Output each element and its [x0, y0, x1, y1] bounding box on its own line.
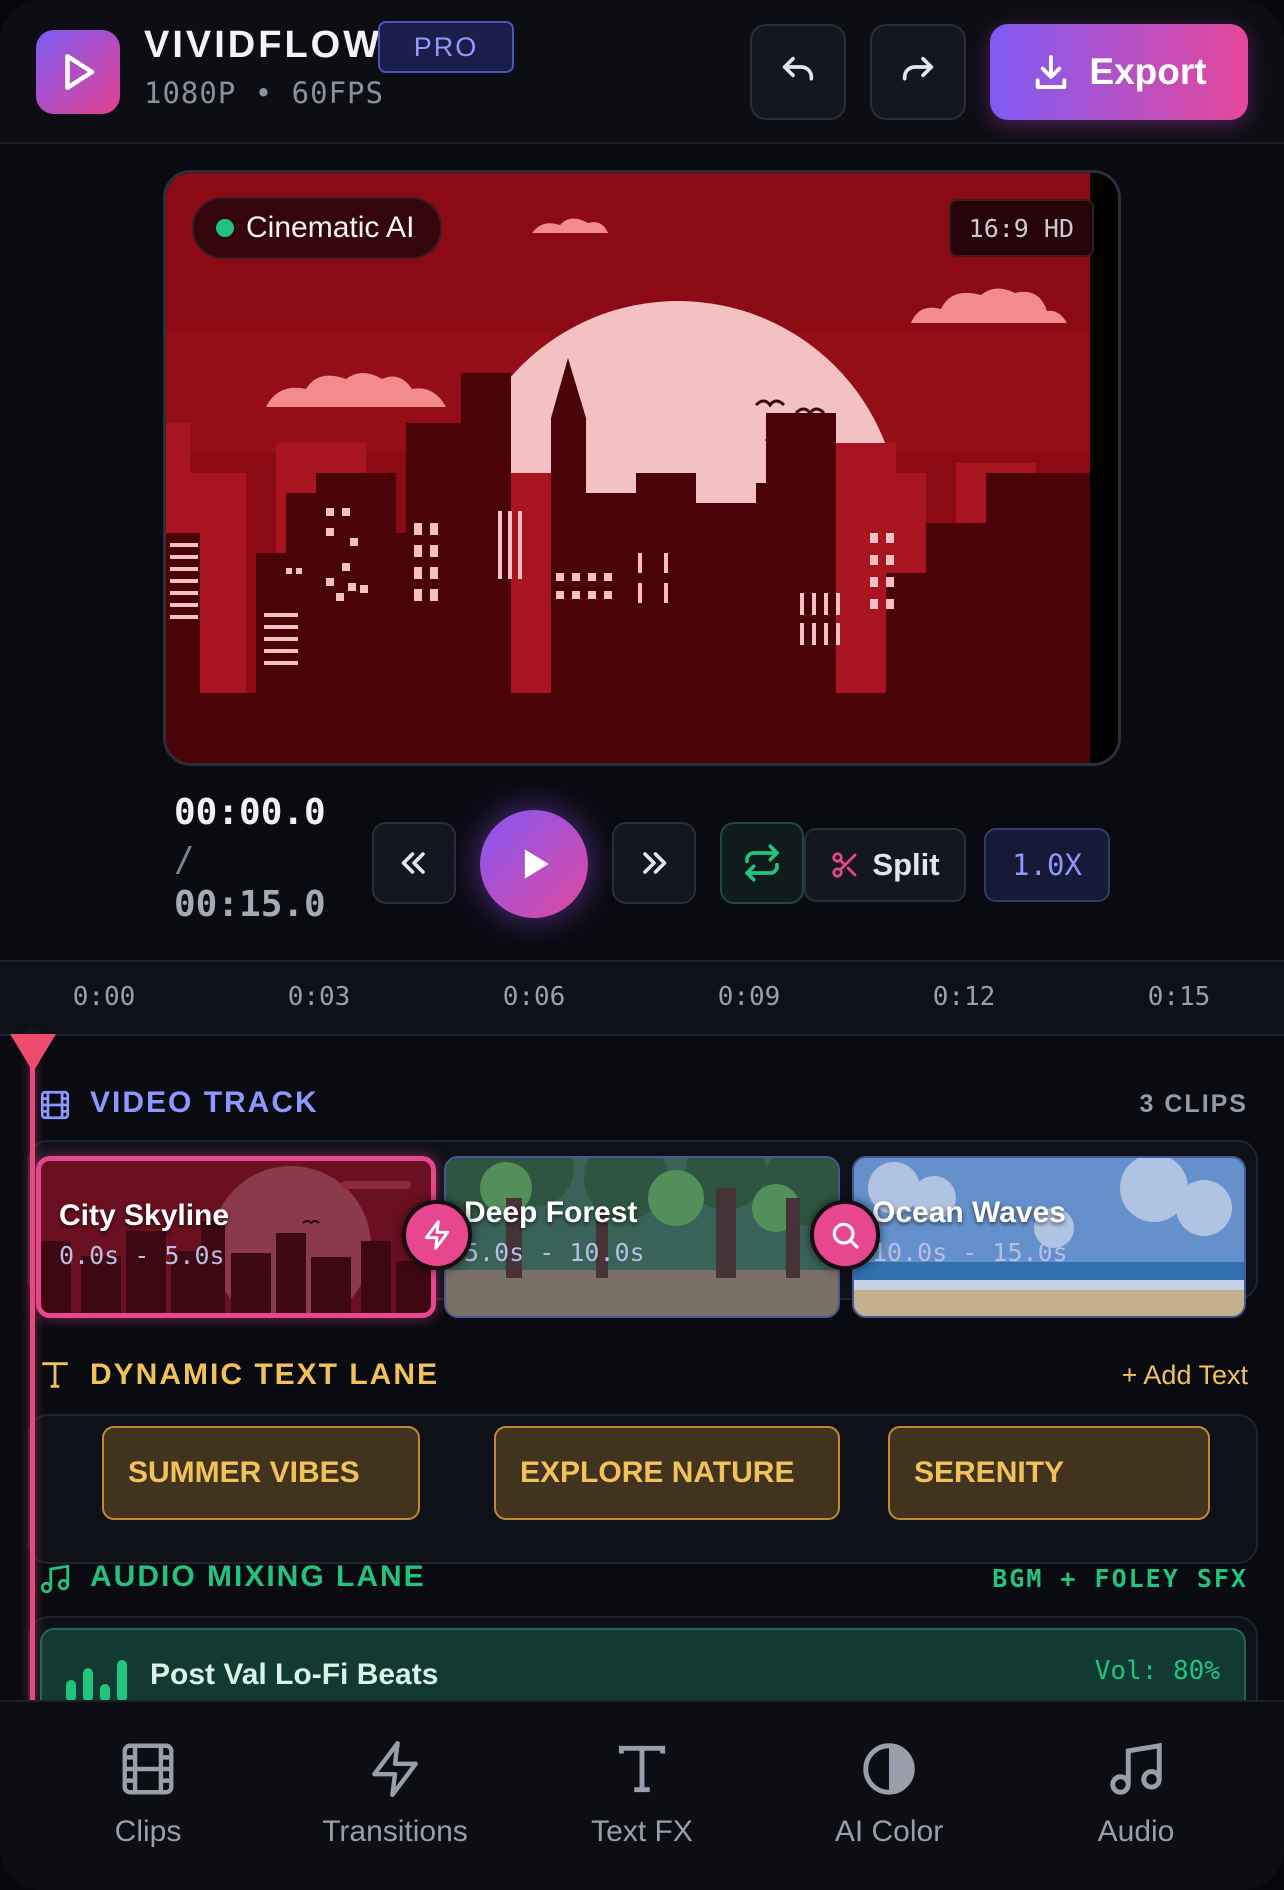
- equalizer-icon: [66, 1660, 127, 1702]
- clip-thumbnail: [41, 1161, 431, 1313]
- time-separator: /: [174, 840, 195, 880]
- aspect-badge: 16:9 HD: [948, 199, 1094, 257]
- playhead-handle[interactable]: [8, 1032, 58, 1074]
- export-button[interactable]: Export: [990, 24, 1248, 120]
- ruler-tick: 0:03: [287, 982, 351, 1012]
- bottom-nav: Clips Transitions Text FX AI Color Audio: [0, 1700, 1284, 1890]
- nav-item-text-fx[interactable]: Text FX: [532, 1738, 752, 1849]
- redo-icon: [902, 56, 934, 81]
- split-button[interactable]: Split: [804, 828, 966, 902]
- video-clip[interactable]: Ocean Waves 10.0s - 15.0s: [852, 1156, 1246, 1318]
- nav-label: Transitions: [322, 1815, 468, 1848]
- app-name: VIVIDFLOW: [144, 24, 383, 66]
- clip-thumbnail: [446, 1158, 838, 1316]
- timeline-ruler[interactable]: 0:00 0:03 0:06 0:09 0:12 0:15: [0, 960, 1284, 1036]
- play-logo-icon: [65, 53, 95, 91]
- film-icon: [40, 1090, 70, 1120]
- status-dot: [216, 219, 234, 237]
- ai-filter-label: Cinematic AI: [246, 211, 415, 244]
- clip-time: 0.0s - 5.0s: [59, 1241, 225, 1270]
- download-icon: [1036, 55, 1067, 89]
- add-text-button[interactable]: + Add Text: [1122, 1360, 1248, 1391]
- clip-count: 3 CLIPS: [1139, 1090, 1248, 1118]
- rewind-button[interactable]: [372, 822, 456, 904]
- film-icon: [122, 1743, 174, 1795]
- audio-lane-subtitle: BGM + FOLEY SFX: [992, 1564, 1248, 1593]
- playhead-line[interactable]: [30, 1034, 35, 1700]
- text-chip[interactable]: SUMMER VIBES: [102, 1426, 420, 1520]
- ruler-tick: 0:06: [502, 982, 566, 1012]
- rewind-icon: [401, 852, 425, 874]
- redo-button[interactable]: [870, 24, 966, 120]
- nav-item-clips[interactable]: Clips: [38, 1738, 258, 1849]
- ruler-tick: 0:15: [1147, 982, 1211, 1012]
- lightning-icon: [424, 1220, 450, 1250]
- timeline-tracks: VIDEO TRACK 3 CLIPS DYNAMIC TEXT LANE + …: [0, 1034, 1284, 1736]
- undo-icon: [782, 56, 814, 81]
- transition-button[interactable]: [402, 1200, 472, 1270]
- ruler-tick: 0:12: [932, 982, 996, 1012]
- video-clip[interactable]: Deep Forest 5.0s - 10.0s: [444, 1156, 840, 1318]
- contrast-icon: [863, 1743, 915, 1795]
- forward-button[interactable]: [612, 822, 696, 904]
- nav-item-audio[interactable]: Audio: [1026, 1738, 1246, 1849]
- ruler-tick: 0:00: [72, 982, 136, 1012]
- audio-lane-title: AUDIO MIXING LANE: [90, 1560, 426, 1593]
- lightning-icon: [372, 1740, 418, 1798]
- zoom-icon: [832, 1222, 859, 1249]
- clip-time: 10.0s - 15.0s: [872, 1238, 1068, 1267]
- clip-title: Deep Forest: [464, 1196, 638, 1229]
- speed-button[interactable]: 1.0X: [984, 828, 1110, 902]
- nav-label: Text FX: [591, 1815, 693, 1848]
- text-chip[interactable]: SERENITY: [888, 1426, 1210, 1520]
- video-track-title: VIDEO TRACK: [90, 1086, 319, 1119]
- split-label: Split: [872, 847, 940, 882]
- app-logo: [36, 30, 120, 114]
- current-time: 00:00.0: [174, 792, 326, 833]
- pro-badge: PRO: [378, 21, 514, 73]
- play-button[interactable]: [480, 810, 588, 918]
- clip-title: City Skyline: [59, 1199, 230, 1232]
- video-preview[interactable]: Cinematic AI 16:9 HD: [163, 170, 1121, 766]
- text-lane-title: DYNAMIC TEXT LANE: [90, 1358, 439, 1391]
- nav-label: Audio: [1097, 1815, 1175, 1848]
- fast-forward-icon: [643, 852, 667, 874]
- loop-button[interactable]: [720, 822, 804, 904]
- loop-icon: [745, 844, 779, 882]
- resolution-label: 1080P • 60FPS: [144, 76, 384, 110]
- app-header: VIVIDFLOW PRO 1080P • 60FPS Export: [0, 0, 1284, 144]
- undo-button[interactable]: [750, 24, 846, 120]
- nav-label: Clips: [114, 1815, 182, 1848]
- music-icon: [40, 1564, 70, 1594]
- text-icon: [42, 1362, 68, 1388]
- ai-filter-badge[interactable]: Cinematic AI: [192, 197, 443, 259]
- ruler-tick: 0:09: [717, 982, 781, 1012]
- nav-item-ai-color[interactable]: AI Color: [779, 1738, 999, 1849]
- music-icon: [1110, 1742, 1162, 1795]
- audio-clip-name: Post Val Lo-Fi Beats: [150, 1658, 439, 1691]
- audio-volume: Vol: 80%: [1094, 1656, 1220, 1686]
- clip-title: Ocean Waves: [872, 1196, 1066, 1229]
- clip-thumbnail: [854, 1158, 1244, 1316]
- transition-button[interactable]: [810, 1200, 880, 1270]
- clip-time: 5.0s - 10.0s: [464, 1238, 645, 1267]
- export-label: Export: [1089, 51, 1207, 92]
- play-icon: [524, 849, 549, 879]
- total-time: 00:15.0: [174, 884, 326, 925]
- scissors-icon: [832, 852, 857, 878]
- video-clip[interactable]: City Skyline 0.0s - 5.0s: [36, 1156, 436, 1318]
- text-chip[interactable]: EXPLORE NATURE: [494, 1426, 840, 1520]
- preview-scene-image: [166, 173, 1118, 763]
- nav-label: AI Color: [834, 1815, 944, 1848]
- video-editor-app: VIVIDFLOW PRO 1080P • 60FPS Export Cinem…: [0, 0, 1284, 1890]
- nav-item-transitions[interactable]: Transitions: [285, 1738, 505, 1849]
- text-icon: [618, 1745, 666, 1793]
